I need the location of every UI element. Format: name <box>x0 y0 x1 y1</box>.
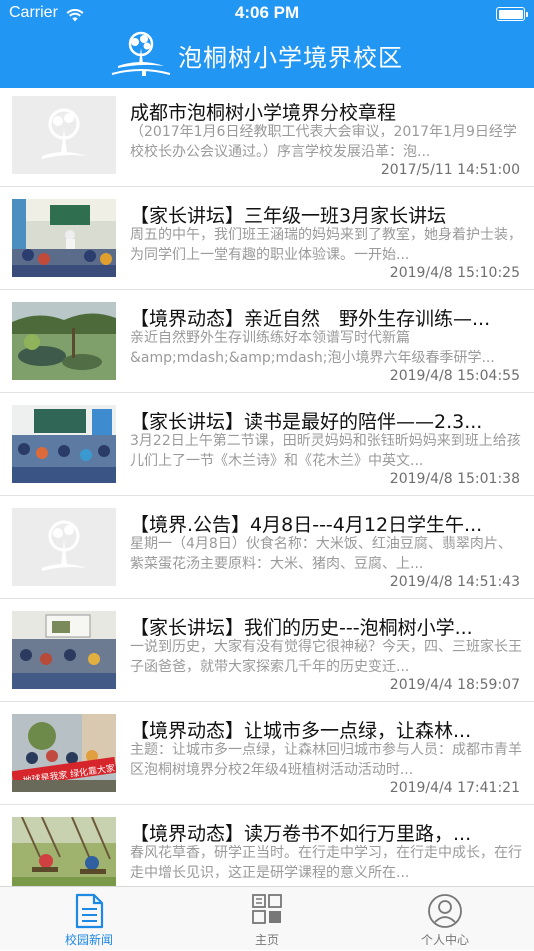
news-item[interactable]: 【家长讲坛】读书是最好的陪伴——2.3... 3月22日上午第二节课，田昕灵妈妈… <box>0 393 534 496</box>
news-title: 【家长讲坛】我们的历史---泡桐树小学... <box>130 617 473 639</box>
news-date: 2019/4/8 14:51:43 <box>389 574 520 590</box>
news-summary: 主题：让城市多一点绿，让森林回归城市参与人员：成都市青羊区泡桐树境界分校2年级4… <box>130 742 522 778</box>
news-item[interactable]: 【境界动态】读万卷书不如行万里路，... 春风花草香，研学正当时。在行走中学习，… <box>0 805 534 886</box>
news-title: 【家长讲坛】三年级一班3月家长讲坛 <box>130 205 447 227</box>
news-item[interactable]: 成都市泡桐树小学境界分校章程 （2017年1月6日经教职工代表大会审议，2017… <box>0 88 534 187</box>
news-thumbnail-image: 地球是我家 绿化靠大家 <box>12 714 116 792</box>
news-thumbnail-image <box>12 817 116 886</box>
news-summary: 3月22日上午第二节课，田昕灵妈妈和张钰昕妈妈来到班上给孩儿们上了一节《木兰诗》… <box>130 433 521 469</box>
news-title: 【境界.公告】4月8日---4月12日学生午... <box>130 514 483 536</box>
tab-profile[interactable]: 个人中心 <box>356 887 534 951</box>
news-date: 2019/4/4 17:41:21 <box>389 780 520 796</box>
news-title: 【境界动态】亲近自然 野外生存训练—... <box>130 308 491 330</box>
news-summary: 一说到历史，大家有没有觉得它很神秘？今天，四、三班家长王子函爸爸，就带大家探索几… <box>130 639 522 675</box>
tab-label: 主页 <box>254 933 279 947</box>
app-header: Carrier 4:06 PM 泡桐树小学境界校区 <box>0 0 534 88</box>
tab-label: 个人中心 <box>420 933 469 947</box>
news-thumbnail-image <box>12 611 116 689</box>
news-item[interactable]: 【境界动态】亲近自然 野外生存训练—... 亲近自然野外生存训练练好本领谱写时代… <box>0 290 534 393</box>
news-title: 【家长讲坛】读书是最好的陪伴——2.3... <box>130 411 483 433</box>
tab-label: 校园新闻 <box>64 933 113 947</box>
news-thumbnail-image <box>12 405 116 483</box>
status-bar: Carrier 4:06 PM <box>0 0 534 28</box>
news-summary: （2017年1月6日经教职工代表大会审议，2017年1月9日经学校校长办公会议通… <box>130 124 517 160</box>
news-title: 【境界动态】让城市多一点绿，让森林... <box>130 720 472 742</box>
news-thumbnail-placeholder <box>12 508 116 586</box>
news-item[interactable]: 【境界.公告】4月8日---4月12日学生午... 星期一（4月8日）伙食名称：… <box>0 496 534 599</box>
news-summary: 周五的中午，我们班王涵瑞的妈妈来到了教室，她身着护士装，为同学们上一堂有趣的职业… <box>130 227 522 263</box>
page-title: 泡桐树小学境界校区 <box>178 44 403 72</box>
news-summary: 星期一（4月8日）伙食名称：大米饭、红油豆腐、翡翠肉片、紫菜蛋花汤主要原料：大米… <box>130 536 512 572</box>
news-item[interactable]: 地球是我家 绿化靠大家 【境界动态】让城市多一点绿，让森林... 主题：让城市多… <box>0 702 534 805</box>
news-date: 2017/5/11 14:51:00 <box>380 162 520 178</box>
news-date: 2019/4/8 15:10:25 <box>389 265 520 281</box>
tab-bar: 校园新闻 主页 个人中心 <box>0 886 534 950</box>
document-icon <box>72 893 106 933</box>
tab-campus-news[interactable]: 校园新闻 <box>0 887 178 951</box>
news-item[interactable]: 【家长讲坛】三年级一班3月家长讲坛 周五的中午，我们班王涵瑞的妈妈来到了教室，她… <box>0 187 534 290</box>
news-summary: 亲近自然野外生存训练练好本领谱写时代新篇&amp;mdash;&amp;mdas… <box>130 330 495 366</box>
school-logo-icon <box>108 30 174 80</box>
news-thumbnail-placeholder <box>12 96 116 174</box>
news-list[interactable]: 成都市泡桐树小学境界分校章程 （2017年1月6日经教职工代表大会审议，2017… <box>0 88 534 886</box>
tab-home[interactable]: 主页 <box>178 887 356 951</box>
news-thumbnail-image <box>12 199 116 277</box>
news-date: 2019/4/4 18:59:07 <box>389 677 520 693</box>
grid-icon <box>251 893 283 929</box>
news-thumbnail-image <box>12 302 116 380</box>
news-date: 2019/4/8 15:04:55 <box>389 368 520 384</box>
status-time: 4:06 PM <box>234 3 300 22</box>
news-title: 成都市泡桐树小学境界分校章程 <box>130 102 397 124</box>
battery-icon <box>496 7 528 21</box>
user-icon <box>427 893 463 933</box>
news-summary: 春风花草香，研学正当时。在行走中学习，在行走中成长，在行走中增长见识，这正是研学… <box>130 845 522 881</box>
news-item[interactable]: 【家长讲坛】我们的历史---泡桐树小学... 一说到历史，大家有没有觉得它很神秘… <box>0 599 534 702</box>
news-title: 【境界动态】读万卷书不如行万里路，... <box>130 823 472 845</box>
news-date: 2019/4/8 15:01:38 <box>389 471 520 487</box>
